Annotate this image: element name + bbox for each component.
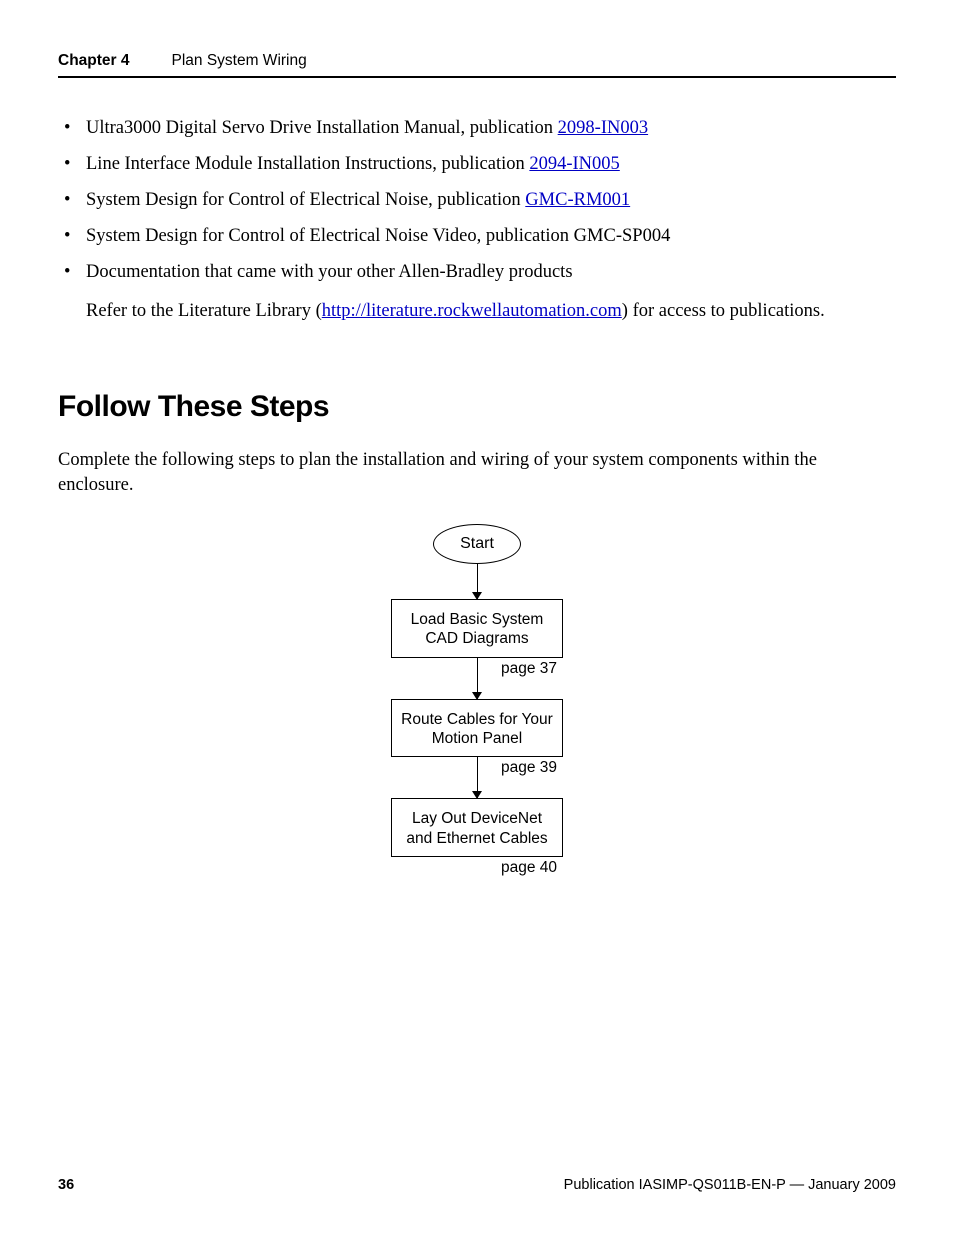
flow-arrow [477,698,478,699]
flowchart: Start Load Basic System CAD Diagrams pag… [58,524,896,877]
reference-paragraph: Refer to the Literature Library (http://… [58,299,896,324]
list-item: System Design for Control of Electrical … [86,188,896,213]
text: Refer to the Literature Library ( [86,301,322,321]
text: Documentation that came with your other … [86,262,573,282]
link-2094-in005[interactable]: 2094-IN005 [529,154,619,174]
flow-arrow [477,797,478,798]
page-footer: 36 Publication IASIMP-QS011B-EN-P — Janu… [58,1177,896,1193]
text: System Design for Control of Electrical … [86,226,670,246]
flow-step-2: Route Cables for Your Motion Panel [391,699,563,758]
reference-list: Ultra3000 Digital Servo Drive Installati… [58,116,896,285]
page-ref-2: page 39 [391,757,563,777]
list-item: System Design for Control of Electrical … [86,224,896,249]
list-item: Documentation that came with your other … [86,260,896,285]
text: Line Interface Module Installation Instr… [86,154,529,174]
text: Ultra3000 Digital Servo Drive Installati… [86,118,558,138]
text: System Design for Control of Electrical … [86,190,525,210]
publication-id: Publication IASIMP-QS011B-EN-P — January… [564,1177,896,1193]
link-gmc-rm001[interactable]: GMC-RM001 [525,190,630,210]
section-intro: Complete the following steps to plan the… [58,448,896,498]
text: ) for access to publications. [622,301,825,321]
page-header: Chapter 4 Plan System Wiring [58,52,896,78]
chapter-title: Plan System Wiring [172,52,307,70]
flow-start: Start [433,524,521,564]
page-number: 36 [58,1177,74,1193]
chapter-label: Chapter 4 [58,52,130,70]
flow-step-1: Load Basic System CAD Diagrams [391,599,563,658]
section-heading: Follow These Steps [58,390,896,424]
list-item: Ultra3000 Digital Servo Drive Installati… [86,116,896,141]
page-ref-1: page 37 [391,658,563,678]
flow-step-3: Lay Out DeviceNet and Ethernet Cables [391,798,563,857]
flow-arrow [477,564,478,599]
link-literature-library[interactable]: http://literature.rockwellautomation.com [322,301,622,321]
page-ref-3: page 40 [391,857,563,877]
link-2098-in003[interactable]: 2098-IN003 [558,118,648,138]
list-item: Line Interface Module Installation Instr… [86,152,896,177]
